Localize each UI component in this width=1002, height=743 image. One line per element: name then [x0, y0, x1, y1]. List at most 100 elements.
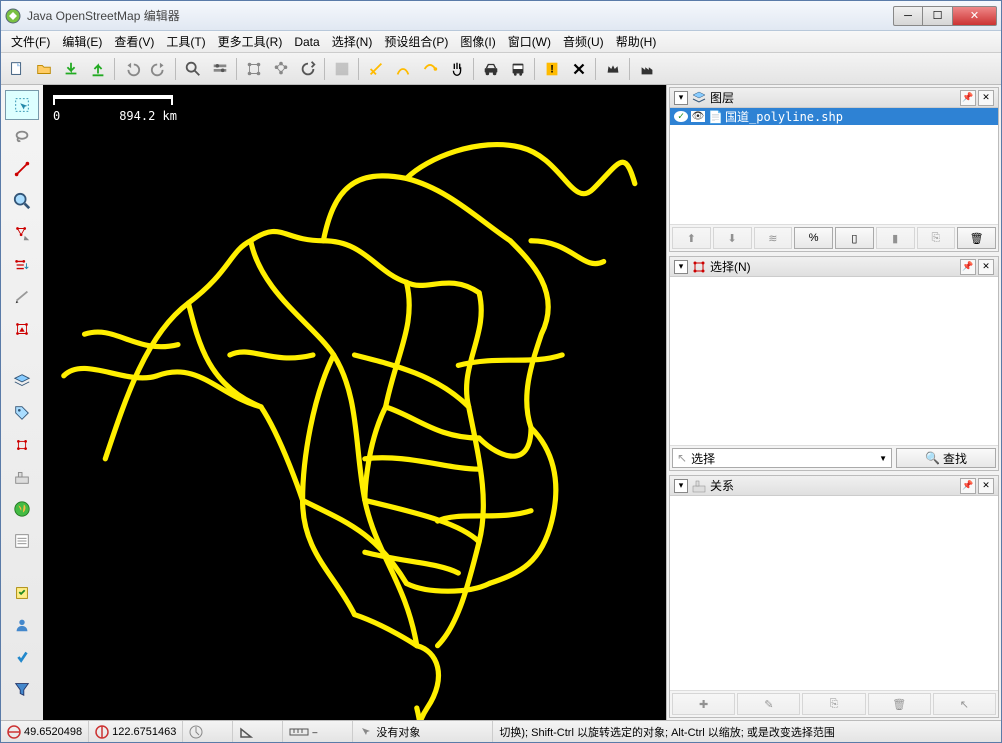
pan-button[interactable] — [444, 56, 469, 81]
bus-button[interactable] — [505, 56, 530, 81]
undo-button[interactable] — [119, 56, 144, 81]
filter-icon[interactable] — [5, 674, 39, 704]
titlebar: Java OpenStreetMap 编辑器 ─ ☐ ✕ — [1, 1, 1001, 31]
close-button[interactable]: ✕ — [953, 6, 997, 26]
menu-moretools[interactable]: 更多工具(R) — [212, 31, 289, 52]
hatch-button[interactable] — [268, 56, 293, 81]
globe-icon[interactable] — [5, 494, 39, 524]
maximize-button[interactable]: ☐ — [923, 6, 953, 26]
pin-icon[interactable]: 📌 — [960, 478, 976, 494]
changeset-icon[interactable] — [5, 578, 39, 608]
layer-toggle-button: ≋ — [754, 227, 793, 249]
menu-view[interactable]: 查看(V) — [108, 31, 160, 52]
download-button[interactable] — [58, 56, 83, 81]
extrude-tool[interactable] — [5, 314, 39, 344]
search-button[interactable] — [180, 56, 205, 81]
layers-icon[interactable] — [5, 366, 39, 396]
filter-list-icon[interactable] — [5, 526, 39, 556]
select-tool[interactable] — [5, 90, 39, 120]
layer-item[interactable]: ✓ 👁 📄 国道_polyline.shp — [670, 108, 998, 125]
layer-delete-button[interactable]: 🗑 — [957, 227, 996, 249]
menu-window[interactable]: 窗口(W) — [502, 31, 557, 52]
menu-data[interactable]: Data — [288, 33, 325, 51]
status-object: 没有对象 — [353, 721, 493, 742]
close-panel-icon[interactable]: ✕ — [978, 90, 994, 106]
status-heading — [183, 721, 233, 742]
preferences-button[interactable] — [207, 56, 232, 81]
map-lines — [43, 85, 666, 720]
redo-button[interactable] — [146, 56, 171, 81]
disabled-square-button — [329, 56, 354, 81]
map-canvas[interactable]: 0 894.2 km — [43, 85, 666, 720]
way-tool-button[interactable] — [390, 56, 415, 81]
layer-opacity-button[interactable]: % — [794, 227, 833, 249]
relation-duplicate-button: ⎘ — [802, 693, 865, 715]
validator-icon[interactable] — [5, 642, 39, 672]
layer-unknown2-button: ▮ — [876, 227, 915, 249]
cut-way-button[interactable] — [363, 56, 388, 81]
menu-tools[interactable]: 工具(T) — [160, 31, 211, 52]
status-ruler: – — [283, 721, 353, 742]
find-button[interactable]: 🔍 查找 — [896, 448, 996, 468]
menu-presets[interactable]: 预设组合(P) — [378, 31, 454, 52]
warning-button[interactable]: ! — [539, 56, 564, 81]
menu-edit[interactable]: 编辑(E) — [56, 31, 108, 52]
layer-active-icon[interactable]: ✓ — [674, 111, 688, 122]
new-button[interactable] — [4, 56, 29, 81]
layers-panel: ▾ 图层 📌 ✕ ✓ 👁 📄 国道_polyline.shp ⬆ — [669, 87, 999, 252]
add-node-button[interactable] — [417, 56, 442, 81]
menu-file[interactable]: 文件(F) — [5, 31, 56, 52]
upload-button[interactable] — [85, 56, 110, 81]
collapse-icon[interactable]: ▾ — [674, 479, 688, 493]
wireframe-button[interactable] — [241, 56, 266, 81]
layer-file-icon: 📄 — [708, 110, 722, 124]
crown-button[interactable] — [600, 56, 625, 81]
collapse-icon[interactable]: ▾ — [674, 91, 688, 105]
status-angle — [233, 721, 283, 742]
selection-icon[interactable] — [5, 430, 39, 460]
improve-way-tool[interactable] — [5, 282, 39, 312]
svg-text:!: ! — [550, 63, 554, 75]
tags-icon[interactable] — [5, 398, 39, 428]
layer-visible-icon[interactable]: 👁 — [691, 111, 705, 122]
relations-panel: ▾ 关系 📌 ✕ ✚ ✎ ⎘ 🗑 ↖ — [669, 475, 999, 718]
draw-line-tool[interactable] — [5, 154, 39, 184]
refresh-button[interactable] — [295, 56, 320, 81]
minimize-button[interactable]: ─ — [893, 6, 923, 26]
layer-unknown1-button[interactable]: ▯ — [835, 227, 874, 249]
status-lat: 49.6520498 — [1, 721, 89, 742]
close-panel-icon[interactable]: ✕ — [978, 259, 994, 275]
close-panel-icon[interactable]: ✕ — [978, 478, 994, 494]
relations-panel-title: 关系 — [710, 477, 958, 494]
parallel-tool[interactable] — [5, 250, 39, 280]
pin-icon[interactable]: 📌 — [960, 259, 976, 275]
lasso-tool[interactable] — [5, 122, 39, 152]
status-lon: 122.6751463 — [89, 721, 183, 742]
layers-panel-icon — [692, 91, 706, 105]
delete-tool[interactable] — [5, 218, 39, 248]
left-toolbar — [1, 85, 43, 720]
collapse-icon[interactable]: ▾ — [674, 260, 688, 274]
layer-up-button: ⬆ — [672, 227, 711, 249]
menu-select[interactable]: 选择(N) — [326, 31, 379, 52]
menu-help[interactable]: 帮助(H) — [610, 31, 663, 52]
app-icon — [5, 8, 21, 24]
layer-down-button: ⬇ — [713, 227, 752, 249]
open-button[interactable] — [31, 56, 56, 81]
users-icon[interactable] — [5, 610, 39, 640]
selection-combo[interactable]: ↖ 选择 ▼ — [672, 448, 892, 468]
relation-new-button: ✚ — [672, 693, 735, 715]
car-button[interactable] — [478, 56, 503, 81]
window-title: Java OpenStreetMap 编辑器 — [27, 7, 893, 24]
delete-button[interactable] — [566, 56, 591, 81]
layers-panel-title: 图层 — [710, 89, 958, 106]
statusbar: 49.6520498 122.6751463 – 没有对象 切换); Shift… — [1, 720, 1001, 742]
industry-button[interactable] — [634, 56, 659, 81]
pin-icon[interactable]: 📌 — [960, 90, 976, 106]
relation-delete-button: 🗑 — [868, 693, 931, 715]
zoom-tool[interactable] — [5, 186, 39, 216]
menu-audio[interactable]: 音频(U) — [557, 31, 610, 52]
selection-panel-icon — [692, 260, 706, 274]
menu-image[interactable]: 图像(I) — [454, 31, 501, 52]
relations-icon[interactable] — [5, 462, 39, 492]
